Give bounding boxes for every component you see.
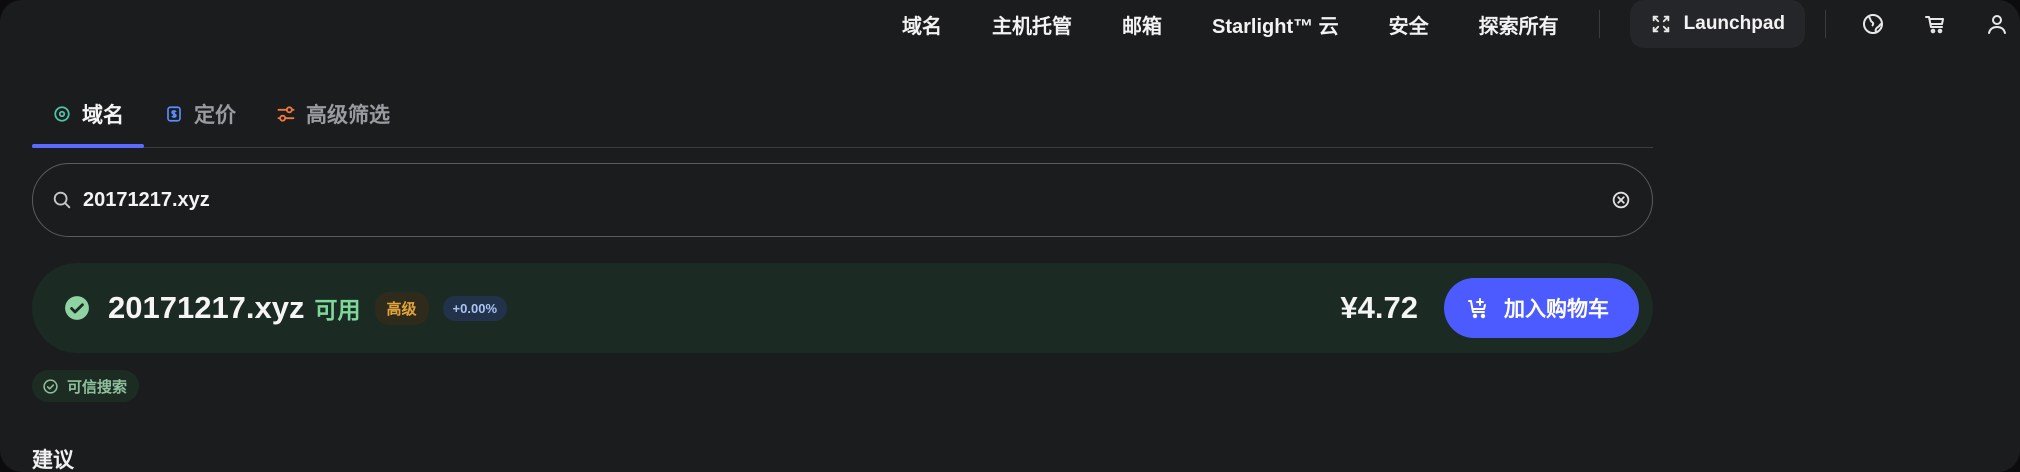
domain-icon <box>52 104 72 124</box>
nav-link-explore-all[interactable]: 探索所有 <box>1479 10 1559 39</box>
search-input[interactable] <box>83 188 1610 212</box>
tab-advanced-filter[interactable]: 高级筛选 <box>256 94 410 146</box>
domain-search-box <box>32 163 1653 237</box>
cart-icon[interactable] <box>1922 11 1948 37</box>
launchpad-label: Launchpad <box>1683 13 1785 34</box>
launchpad-icon <box>1650 13 1672 35</box>
nav-link-hosting[interactable]: 主机托管 <box>992 10 1072 39</box>
nav-link-security[interactable]: 安全 <box>1389 10 1429 39</box>
app-frame: 域名 主机托管 邮箱 Starlight™ 云 安全 探索所有 Launchpa… <box>0 0 2020 472</box>
nav-divider-2 <box>1825 10 1826 38</box>
top-nav: 域名 主机托管 邮箱 Starlight™ 云 安全 探索所有 Launchpa… <box>902 0 2020 48</box>
suggestions-heading: 建议 <box>32 449 74 472</box>
domain-result-card: 20171217.xyz 可用 高级 +0.00% ¥4.72 加入购物车 <box>32 263 1653 353</box>
check-circle-outline-icon <box>42 378 59 395</box>
check-circle-icon <box>64 295 90 321</box>
tab-domains-label: 域名 <box>82 104 124 127</box>
domain-price: ¥4.72 <box>1340 290 1418 325</box>
pricing-icon <box>164 104 184 124</box>
price-change-badge: +0.00% <box>442 295 507 321</box>
account-icon[interactable] <box>1984 11 2010 37</box>
globe-icon[interactable] <box>1860 11 1886 37</box>
tab-pricing[interactable]: 定价 <box>144 94 256 146</box>
add-to-cart-button[interactable]: 加入购物车 <box>1444 278 1639 338</box>
tab-pricing-label: 定价 <box>194 104 236 127</box>
cart-plus-icon <box>1466 296 1490 320</box>
clear-icon[interactable] <box>1610 189 1632 211</box>
availability-status: 可用 <box>314 297 361 323</box>
result-domain-name: 20171217.xyz <box>108 290 305 325</box>
trusted-search-badge: 可信搜索 <box>32 370 140 402</box>
search-icon <box>51 189 73 211</box>
launchpad-button[interactable]: Launchpad <box>1629 0 1805 48</box>
premium-badge: 高级 <box>374 291 429 325</box>
filter-icon <box>276 104 296 124</box>
tab-advanced-filter-label: 高级筛选 <box>306 104 390 127</box>
nav-link-email[interactable]: 邮箱 <box>1122 10 1162 39</box>
nav-divider <box>1598 10 1600 38</box>
trusted-search-label: 可信搜索 <box>67 378 128 396</box>
nav-link-domains[interactable]: 域名 <box>902 10 942 39</box>
nav-link-starlight-cloud[interactable]: Starlight™ 云 <box>1212 10 1339 39</box>
tab-domains[interactable]: 域名 <box>32 94 144 148</box>
add-to-cart-label: 加入购物车 <box>1504 298 1609 321</box>
search-tabs: 域名 定价 高级筛选 <box>32 94 1653 148</box>
